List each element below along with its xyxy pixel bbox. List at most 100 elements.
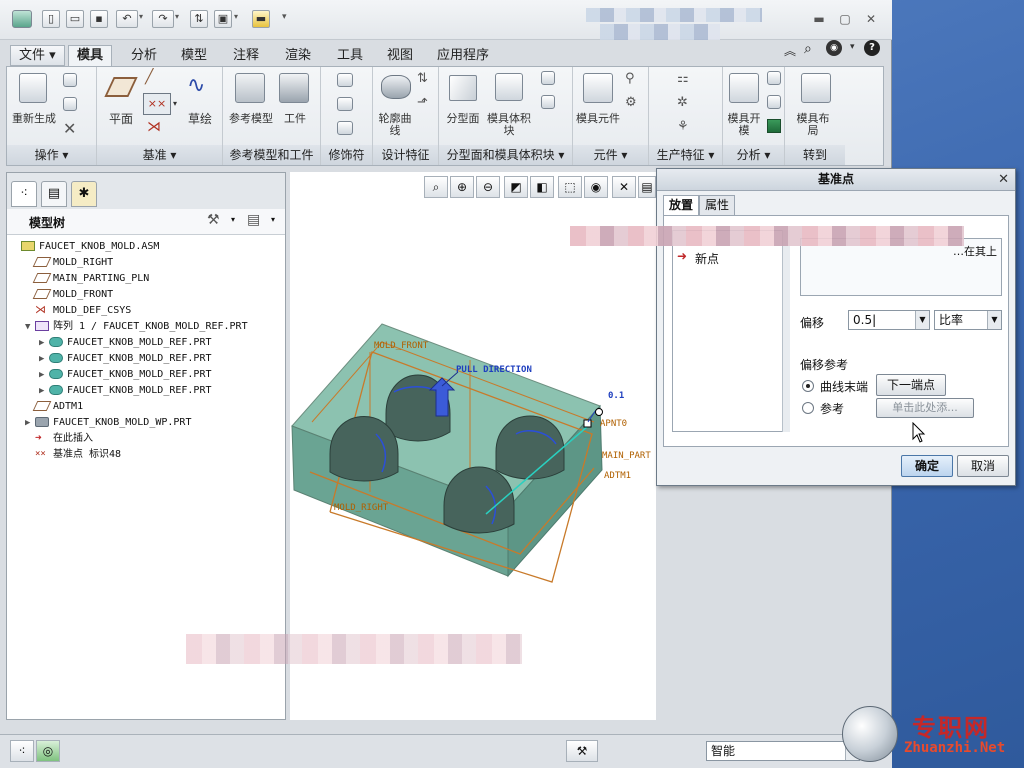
ribbon-collapse-icon[interactable]: ︽ (784, 42, 796, 59)
paste-icon[interactable] (63, 97, 77, 111)
repaint-icon[interactable]: ◩ (504, 176, 528, 198)
sketch-icon[interactable]: ∿ (187, 73, 205, 98)
tree-item[interactable]: FAUCET_KNOB_MOLD.ASM (11, 239, 159, 255)
points-list-item-new[interactable]: 新点 (695, 250, 719, 267)
tree-item[interactable]: MOLD_FRONT (25, 287, 113, 303)
zoom-out-icon[interactable]: ⊖ (476, 176, 500, 198)
workpiece-label[interactable]: 工件 (275, 113, 315, 125)
cancel-button[interactable]: 取消 (957, 455, 1009, 477)
component-icon-2[interactable]: ⚙ (625, 95, 637, 110)
csys-icon[interactable]: ⋊ (147, 119, 161, 135)
tree-item[interactable]: ▶ FAUCET_KNOB_MOLD_REF.PRT (39, 367, 212, 383)
undo-dropdown-icon[interactable]: ▾ (139, 12, 143, 21)
redo-dropdown-icon[interactable]: ▾ (175, 12, 179, 21)
tab-properties[interactable]: 属性 (699, 195, 736, 215)
tree-item[interactable]: ▶ FAUCET_KNOB_MOLD_REF.PRT (39, 383, 212, 399)
windows-icon[interactable]: ▣ (214, 10, 232, 28)
tree-item[interactable]: ▶ FAUCET_KNOB_MOLD_WP.PRT (25, 415, 191, 431)
offset-value-input[interactable]: 0.5| ▼ (848, 310, 930, 330)
tree-item[interactable]: MAIN_PARTING_PLN (25, 271, 149, 287)
group-datum-label[interactable]: 基准 ▾ (97, 145, 222, 165)
refit-icon[interactable]: ⌕ (424, 176, 448, 198)
tree-item[interactable]: ADTM1 (25, 399, 83, 415)
mold-component-icon[interactable] (583, 73, 613, 103)
plane-label[interactable]: 平面 (103, 113, 139, 125)
tab-file[interactable]: 文件 ▾ (10, 45, 65, 66)
datum-display-icon[interactable]: ✕ (612, 176, 636, 198)
tree-item[interactable]: ▶ FAUCET_KNOB_MOLD_REF.PRT (39, 335, 212, 351)
datum-point-marker[interactable] (583, 419, 592, 428)
radio-reference[interactable] (802, 402, 814, 414)
tab-applications[interactable]: 应用程序 (428, 45, 498, 66)
tree-settings-icon[interactable]: ⚒ (207, 212, 220, 228)
tab-mold[interactable]: 模具 (68, 45, 113, 66)
tab-placement[interactable]: 放置 (663, 195, 700, 215)
split-icon[interactable] (541, 71, 555, 85)
mold-opening-icon[interactable] (729, 73, 759, 103)
axis-icon[interactable]: ╱ (145, 69, 153, 85)
community-icon[interactable]: ◉ (826, 40, 842, 56)
saved-views-icon[interactable]: ⬚ (558, 176, 582, 198)
offset-type-dropdown-icon[interactable]: ▼ (987, 311, 1001, 329)
parting-surface-icon[interactable] (449, 75, 477, 101)
tab-analysis[interactable]: 分析 (122, 45, 166, 66)
minimize-icon[interactable]: ▬ (808, 10, 830, 28)
analysis-icon-1[interactable] (767, 71, 781, 85)
production-icon-1[interactable]: ⚏ (677, 71, 689, 86)
customize-qa-icon[interactable]: ▾ (282, 12, 287, 22)
group-modifiers-label[interactable]: 修饰符 (321, 145, 372, 165)
group-analysis-label[interactable]: 分析 ▾ (723, 145, 784, 165)
workpiece-icon[interactable] (279, 73, 309, 103)
expand-toggle-icon[interactable]: ▶ (39, 351, 49, 367)
draft-icon[interactable] (337, 121, 353, 135)
save-icon[interactable]: ▪ (90, 10, 108, 28)
points-list[interactable]: ➜ 新点 (672, 230, 790, 432)
regenerate-label[interactable]: 重新生成 (9, 113, 59, 125)
copy-icon[interactable] (63, 73, 77, 87)
tree-show-icon[interactable]: ▤ (247, 212, 260, 228)
expand-toggle-icon[interactable]: ▶ (39, 383, 49, 399)
tree-show-dropdown-icon[interactable]: ▾ (271, 215, 275, 224)
points-list-scrollbar[interactable] (782, 230, 790, 432)
ok-button[interactable]: 确定 (901, 455, 953, 477)
radio-curve-end[interactable] (802, 380, 814, 392)
delete-icon[interactable]: ✕ (63, 119, 76, 138)
design-icon-1[interactable]: ⇅ (417, 71, 428, 86)
maximize-icon[interactable]: ▢ (834, 10, 856, 28)
dialog-close-icon[interactable]: ✕ (998, 172, 1009, 187)
mold-volume-label[interactable]: 模具体积块 (485, 113, 533, 137)
tree-item[interactable]: ▶ FAUCET_KNOB_MOLD_REF.PRT (39, 351, 212, 367)
close-window-icon[interactable]: ✕ (860, 10, 882, 28)
windows-dropdown-icon[interactable]: ▾ (234, 12, 238, 21)
tree-item[interactable]: ➜ 在此插入 (25, 431, 93, 447)
toggle-browser-icon[interactable]: ◎ (36, 740, 60, 762)
dialog-title[interactable]: 基准点 (657, 169, 1015, 191)
analysis-icon-3[interactable] (767, 119, 781, 133)
expand-toggle-icon[interactable]: ▶ (39, 367, 49, 383)
drag-handle[interactable] (595, 408, 603, 416)
silhouette-curve-icon[interactable] (381, 75, 411, 99)
group-goto-label[interactable]: 转到 (785, 145, 845, 165)
sketch-label[interactable]: 草绘 (181, 113, 219, 125)
component-icon-1[interactable]: ⚲ (625, 71, 635, 86)
mold-layout-label[interactable]: 模具布局 (793, 113, 833, 137)
zoom-in-icon[interactable]: ⊕ (450, 176, 474, 198)
group-ref-model-label[interactable]: 参考模型和工件 (223, 145, 320, 165)
plane-icon[interactable] (104, 77, 138, 97)
scale-icon[interactable] (337, 97, 353, 111)
production-icon-3[interactable]: ⚘ (677, 119, 689, 134)
shrink-icon[interactable] (337, 73, 353, 87)
production-icon-2[interactable]: ✲ (677, 95, 688, 110)
folder-icon[interactable]: ▬ (252, 10, 270, 28)
volume-split-icon[interactable] (541, 95, 555, 109)
redo-icon[interactable]: ↷ (152, 10, 174, 28)
tab-render[interactable]: 渲染 (276, 45, 320, 66)
design-icon-2[interactable]: ⬏ (417, 95, 428, 110)
expand-toggle-icon[interactable]: ▼ (25, 319, 35, 335)
datum-point-dropdown-icon[interactable]: ▾ (173, 99, 177, 108)
offset-type-select[interactable]: 比率 ▼ (934, 310, 1002, 330)
radio-curve-end-label[interactable]: 曲线末端 (820, 378, 868, 395)
click-here-add-button[interactable]: 单击此处添... (876, 398, 974, 418)
regenerate-icon[interactable]: ⇅ (190, 10, 208, 28)
view-manager-icon[interactable]: ◉ (584, 176, 608, 198)
